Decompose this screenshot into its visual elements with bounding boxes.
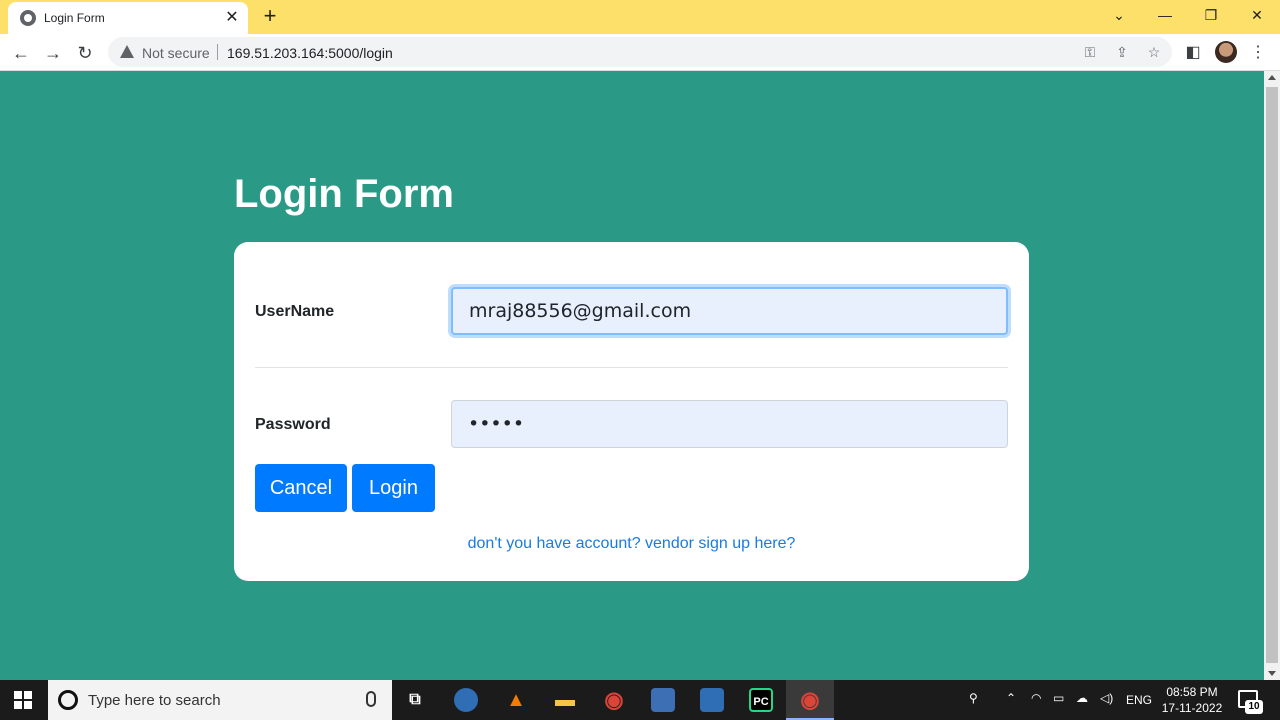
star-icon[interactable]: ☆ [1144, 42, 1164, 62]
tray-chevron-icon[interactable]: ⌃ [1006, 691, 1016, 705]
username-label: UserName [255, 303, 335, 320]
chrome-icon[interactable]: ◉ [602, 688, 626, 712]
system-clock[interactable]: 08:58 PM 17-11-2022 [1160, 684, 1224, 716]
reload-button[interactable]: ↻ [72, 40, 98, 66]
cortana-icon[interactable] [58, 690, 78, 710]
side-panel-icon[interactable]: ◧ [1180, 40, 1206, 66]
snipping-tool-icon[interactable] [454, 688, 478, 712]
minimize-button[interactable]: — [1142, 0, 1188, 32]
security-label[interactable]: Not secure [142, 45, 210, 61]
vendor-signup-link[interactable]: don't you have account? vendor sign up h… [234, 535, 1029, 553]
new-tab-button[interactable]: + [258, 5, 282, 29]
globe-icon [20, 10, 36, 26]
close-window-button[interactable]: ✕ [1234, 0, 1280, 32]
clock-date: 17-11-2022 [1161, 701, 1223, 715]
cancel-button[interactable]: Cancel [255, 464, 347, 512]
omnibox-divider [217, 44, 218, 60]
notification-count-badge: 10 [1245, 700, 1263, 714]
people-icon[interactable]: ⚲ [969, 691, 978, 705]
tab-close-icon[interactable]: ✕ [222, 8, 242, 28]
python-idle-icon[interactable] [700, 688, 724, 712]
key-icon[interactable]: ⚿ [1080, 42, 1100, 62]
tab-title: Login Form [44, 11, 105, 25]
forward-button[interactable]: → [40, 40, 66, 66]
form-divider [255, 367, 1008, 368]
username-input[interactable] [451, 287, 1008, 335]
volume-icon[interactable]: ◁) [1100, 691, 1113, 705]
taskbar-search-placeholder[interactable]: Type here to search [88, 692, 221, 709]
taskbar-search[interactable]: Type here to search [48, 680, 392, 720]
back-button[interactable]: ← [8, 40, 34, 66]
clock-time: 08:58 PM [1166, 685, 1218, 699]
warning-icon[interactable] [120, 45, 134, 58]
tab-search-dropdown-icon[interactable]: ⌄ [1096, 0, 1142, 32]
url-text[interactable]: 169.51.203.164:5000/login [227, 45, 393, 61]
taskbar: Type here to search ⧉ ▲ ▬ ◉ PC ◉ ⚲ ⌃ ◠ ▭… [0, 680, 1280, 720]
battery-icon[interactable]: ▭ [1053, 691, 1064, 705]
scroll-thumb[interactable] [1266, 87, 1278, 663]
login-button[interactable]: Login [352, 464, 435, 512]
profile-avatar[interactable] [1215, 41, 1237, 63]
windows-start-icon[interactable] [14, 691, 32, 709]
browser-tabstrip: Login Form ✕ + ⌄ — ❐ ✕ [0, 0, 1280, 34]
password-input[interactable] [451, 400, 1008, 448]
scroll-up-arrow-icon[interactable] [1268, 75, 1276, 80]
file-explorer-icon[interactable]: ▬ [553, 688, 577, 712]
scroll-down-arrow-icon[interactable] [1268, 671, 1276, 676]
language-indicator[interactable]: ENG [1126, 693, 1152, 707]
menu-icon[interactable]: ⋮ [1245, 40, 1271, 66]
address-bar[interactable]: Not secure 169.51.203.164:5000/login ⚿ ⇪… [108, 37, 1172, 67]
page-title: Login Form [234, 172, 454, 216]
browser-tab[interactable]: Login Form ✕ [8, 2, 248, 34]
onedrive-icon[interactable]: ☁ [1076, 691, 1088, 705]
pycharm-icon[interactable]: PC [749, 688, 773, 712]
wifi-icon[interactable]: ◠ [1031, 691, 1041, 705]
chrome-active-icon[interactable]: ◉ [786, 680, 834, 720]
task-view-icon[interactable]: ⧉ [403, 688, 427, 712]
vlc-icon[interactable]: ▲ [504, 688, 528, 712]
page-scrollbar[interactable] [1264, 71, 1280, 680]
password-label: Password [255, 416, 331, 433]
restore-button[interactable]: ❐ [1188, 0, 1234, 32]
login-card: UserName Password Cancel Login don't you… [234, 242, 1029, 581]
python-app-icon[interactable] [651, 688, 675, 712]
microphone-icon[interactable] [366, 691, 376, 707]
share-icon[interactable]: ⇪ [1112, 42, 1132, 62]
browser-toolbar: ← → ↻ Not secure 169.51.203.164:5000/log… [0, 34, 1280, 71]
